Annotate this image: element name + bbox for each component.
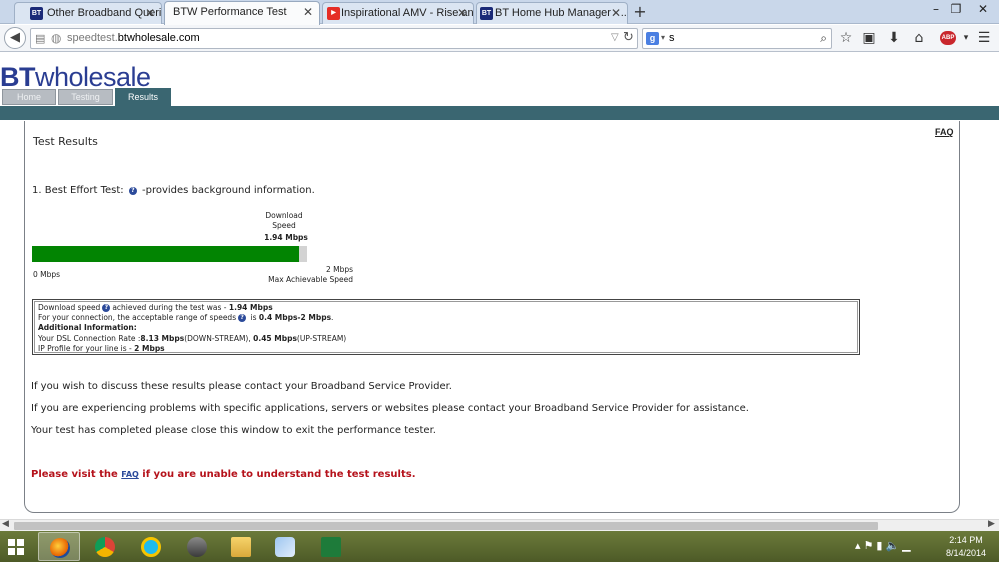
google-icon[interactable]: g [646, 32, 659, 45]
speed-meter-fill [32, 246, 299, 262]
app-icon [187, 537, 207, 557]
volume-icon[interactable]: 🔈 [885, 539, 902, 552]
home-icon[interactable]: ⌂ [910, 29, 928, 47]
chrome-icon [95, 537, 115, 557]
tab-inspirational-amv[interactable]: ▶ Inspirational AMV - Rise an... ✕ [322, 2, 474, 24]
nav-tab-results[interactable]: Results [115, 88, 171, 106]
faq-inline-link[interactable]: FAQ [121, 470, 139, 479]
search-input[interactable]: s [669, 32, 675, 44]
scroll-left-icon[interactable]: ◀ [2, 519, 9, 529]
help-icon[interactable]: ? [238, 314, 247, 323]
contact-provider-message: If you wish to discuss these results ple… [31, 381, 452, 392]
info-line-dsl-rate: Your DSL Connection Rate :8.13 Mbps(DOWN… [38, 333, 347, 343]
adblock-icon[interactable]: ABP [940, 31, 956, 45]
search-bar[interactable]: g ▾ s ⌕ [642, 28, 832, 49]
taskbar-internet-explorer[interactable] [130, 532, 172, 561]
tab-btw-performance-test[interactable]: BTW Performance Test ✕ [164, 1, 320, 25]
tray-arrow-icon[interactable]: ▴ [855, 539, 864, 552]
back-arrow-icon: ◀ [10, 30, 20, 45]
completed-message: Your test has completed please close thi… [31, 425, 436, 436]
speed-info-box: Download speed? achieved during the test … [32, 299, 860, 355]
browser-nav-bar: ◀ ▤ ◍ speedtest.btwholesale.com ▽ ↻ g ▾ … [0, 25, 999, 52]
info-heading: Additional Information: [38, 323, 137, 333]
taskbar-file-explorer[interactable] [220, 532, 262, 561]
paint-icon [275, 537, 295, 557]
page-title: Test Results [33, 135, 98, 148]
help-icon[interactable]: ? [102, 304, 111, 312]
folder-icon [231, 537, 251, 557]
best-effort-heading: 1. Best Effort Test: ? -provides backgro… [32, 185, 315, 196]
firefox-icon [50, 538, 70, 558]
page-icon: ▤ [35, 32, 46, 45]
scrollbar-thumb[interactable] [14, 522, 878, 530]
minimize-icon[interactable]: – [925, 0, 947, 20]
faq-prompt: Please visit the FAQ if you are unable t… [31, 469, 416, 480]
close-tab-icon[interactable]: ✕ [145, 6, 155, 20]
adblock-dropdown-icon[interactable]: ▾ [957, 29, 975, 47]
bt-favicon-icon: BT [480, 7, 493, 20]
download-speed-value: 1.94 Mbps [264, 233, 308, 242]
tab-bt-home-hub-manager[interactable]: BT BT Home Hub Manager - ... ✕ [476, 2, 628, 24]
taskbar-paint[interactable] [264, 532, 306, 561]
taskbar-excel[interactable] [310, 532, 352, 561]
speed-max-label: 2 Mbps Max Achievable Speed [268, 265, 353, 284]
scroll-right-icon[interactable]: ▶ [988, 519, 995, 529]
download-speed-label: Download Speed [265, 211, 303, 230]
search-engine-dropdown-icon[interactable]: ▾ [661, 33, 665, 42]
info-line-ip-profile: IP Profile for your line is - 2 Mbps [38, 343, 165, 353]
problems-message: If you are experiencing problems with sp… [31, 403, 749, 414]
tab-title: Inspirational AMV - Rise an... [341, 7, 474, 19]
search-icon[interactable]: ⌕ [820, 31, 827, 46]
globe-icon: ◍ [51, 31, 62, 45]
windows-taskbar: ▴⚑▮🔈▁ 2:14 PM 8/14/2014 [0, 531, 999, 562]
info-line-range: For your connection, the acceptable rang… [38, 313, 334, 323]
taskbar-firefox[interactable] [38, 532, 80, 561]
excel-icon [321, 537, 341, 557]
header-divider-bar [0, 106, 999, 120]
bookmarks-menu-icon[interactable]: ▣ [860, 29, 878, 47]
tab-title: BT Home Hub Manager - ... [495, 7, 628, 19]
bookmark-star-icon[interactable]: ☆ [837, 29, 855, 47]
speed-min-label: 0 Mbps [33, 270, 61, 279]
close-tab-icon[interactable]: ✕ [457, 6, 467, 20]
clock-time[interactable]: 2:14 PM [940, 535, 992, 545]
signal-icon[interactable]: ▁ [902, 539, 913, 552]
menu-icon[interactable]: ☰ [975, 29, 993, 47]
nav-tab-home[interactable]: Home [2, 89, 56, 105]
tab-other-broadband-queries[interactable]: BT Other Broadband Queries -... ✕ [14, 2, 162, 24]
info-line-download: Download speed? achieved during the test … [38, 303, 273, 312]
close-tab-icon[interactable]: ✕ [611, 6, 621, 20]
taskbar-chrome[interactable] [84, 532, 126, 561]
url-dropdown-icon[interactable]: ▽ [611, 32, 619, 43]
new-tab-button[interactable]: + [632, 3, 648, 20]
close-tab-icon[interactable]: ✕ [303, 5, 313, 19]
url-bar[interactable]: ▤ ◍ speedtest.btwholesale.com ▽ ↻ [30, 28, 638, 49]
clock-date[interactable]: 8/14/2014 [940, 548, 992, 558]
faq-link[interactable]: FAQ [935, 127, 954, 137]
url-text[interactable]: speedtest.btwholesale.com [67, 32, 200, 44]
tab-title: BTW Performance Test [173, 6, 287, 18]
flag-icon[interactable]: ⚑ [864, 539, 877, 552]
youtube-favicon-icon: ▶ [327, 7, 340, 20]
downloads-icon[interactable]: ⬇ [885, 29, 903, 47]
system-tray[interactable]: ▴⚑▮🔈▁ [855, 539, 914, 552]
reload-icon[interactable]: ↻ [623, 30, 634, 45]
back-button[interactable]: ◀ [4, 27, 26, 49]
horizontal-scrollbar[interactable]: ◀ ▶ [0, 519, 999, 531]
windows-start-icon[interactable] [8, 539, 24, 555]
close-window-icon[interactable]: ✕ [969, 0, 997, 20]
bt-favicon-icon: BT [30, 7, 43, 20]
taskbar-app-4[interactable] [176, 532, 218, 561]
help-icon[interactable]: ? [128, 187, 137, 195]
speed-meter [32, 246, 307, 262]
results-panel: FAQ Test Results 1. Best Effort Test: ? … [24, 121, 960, 513]
browser-tab-bar: BT Other Broadband Queries -... ✕ BTW Pe… [0, 0, 999, 25]
internet-explorer-icon [141, 537, 161, 557]
nav-tab-testing[interactable]: Testing [58, 89, 113, 105]
page-content: BTwholesale Home Testing Results FAQ Tes… [0, 53, 999, 519]
restore-icon[interactable]: ❐ [945, 0, 967, 20]
